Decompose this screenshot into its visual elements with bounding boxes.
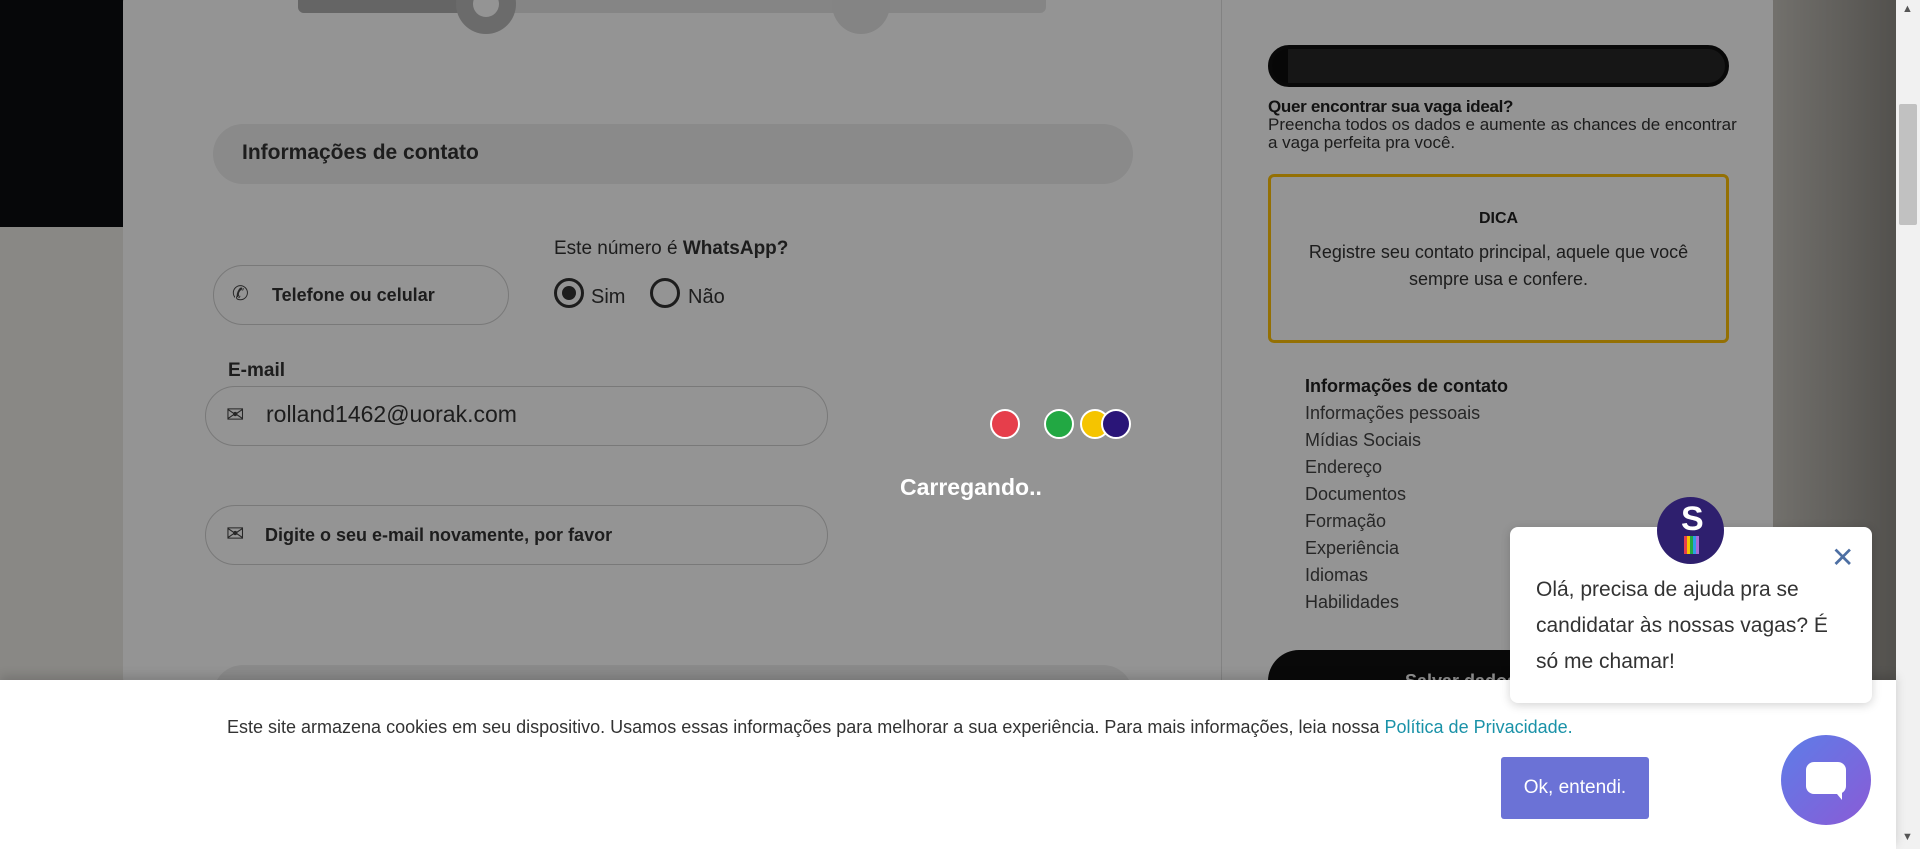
loading-spinner [990, 409, 1140, 441]
cookie-message: Este site armazena cookies em seu dispos… [227, 717, 1385, 737]
cookie-text: Este site armazena cookies em seu dispos… [227, 717, 1573, 738]
chat-avatar-stripes [1684, 536, 1701, 554]
privacy-policy-link[interactable]: Política de Privacidade. [1385, 717, 1573, 737]
close-icon[interactable]: ✕ [1831, 544, 1854, 572]
chat-bubble-icon-tail [1832, 788, 1842, 800]
loading-dot-purple [1101, 409, 1131, 439]
scroll-down-arrow-icon[interactable]: ▼ [1902, 831, 1913, 843]
scroll-up-arrow-icon[interactable]: ▲ [1902, 3, 1913, 15]
chat-message: Olá, precisa de ajuda pra se candidatar … [1536, 578, 1828, 673]
loading-dot-red [990, 409, 1020, 439]
loading-dot-green [1044, 409, 1074, 439]
scrollbar-thumb[interactable] [1899, 104, 1917, 225]
loading-text: Carregando.. [900, 474, 1042, 500]
cookie-accept-button[interactable]: Ok, entendi. [1501, 757, 1649, 819]
chat-avatar-letter: S [1681, 500, 1704, 538]
